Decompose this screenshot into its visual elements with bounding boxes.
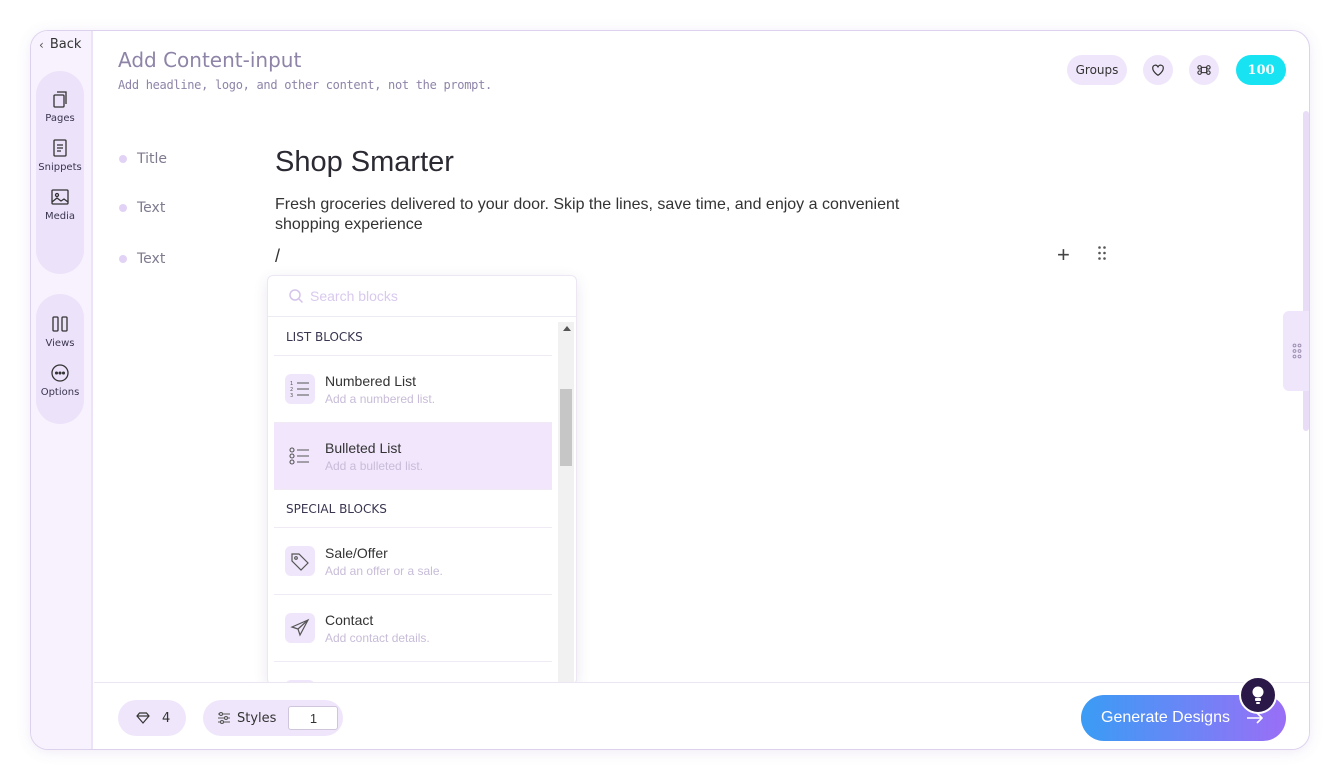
back-label: Back <box>49 37 82 52</box>
scroll-up-arrow-icon[interactable] <box>563 326 571 331</box>
page-title: Add Content-input <box>118 48 302 72</box>
block-item-name: Contact <box>325 611 374 628</box>
app-window: ‹ Back Pages Snippets Media Views Option… <box>30 30 1310 750</box>
row-label-text: Text <box>119 251 165 267</box>
styles-label: Styles <box>237 710 277 726</box>
search-blocks-input[interactable] <box>310 288 530 304</box>
block-item-name: Bulleted List <box>325 439 402 456</box>
section-header-special-blocks: SPECIAL BLOCKS <box>274 490 552 528</box>
block-item-name: Numbered List <box>325 372 417 389</box>
block-icon-wrap: 1 2 3 <box>285 374 315 404</box>
styles-control: Styles <box>203 700 343 736</box>
styles-count-input[interactable] <box>288 706 339 730</box>
content-heading[interactable]: Shop Smarter <box>275 146 454 179</box>
drag-handle[interactable] <box>1097 245 1107 265</box>
row-label-text: Title <box>137 151 168 167</box>
block-icon-wrap <box>285 546 315 576</box>
block-item-name: Sale/Offer <box>325 544 388 561</box>
content-slash-input[interactable]: / <box>275 246 280 267</box>
nav-group-secondary: Views Options <box>36 294 84 424</box>
tag-icon <box>291 553 309 571</box>
heart-icon <box>1152 64 1164 76</box>
diamond-icon <box>136 712 150 724</box>
views-icon <box>52 316 68 332</box>
footer-bar: 4 Styles Generate Designs <box>94 682 1309 749</box>
row-label-text: Text <box>137 251 166 267</box>
groups-button[interactable]: Groups <box>1067 55 1127 85</box>
block-item-sale-offer[interactable]: Sale/Offer Add an offer or a sale. <box>274 528 552 595</box>
block-item-desc: Add a bulleted list. <box>325 458 424 473</box>
drag-icon <box>1098 246 1106 260</box>
media-icon <box>51 189 69 205</box>
sidebar-item-media[interactable]: Media <box>45 187 75 222</box>
sidebar-item-pages[interactable]: Pages <box>45 89 75 124</box>
search-icon <box>289 289 304 304</box>
sidebar-item-options[interactable]: Options <box>40 363 80 398</box>
block-item-numbered-list[interactable]: 1 2 3 Numbered List Add a numbered list. <box>274 356 552 423</box>
diamond-count: 4 <box>162 710 171 726</box>
back-button[interactable]: ‹ Back <box>39 37 81 52</box>
row-label-title: Title <box>119 151 167 167</box>
sidebar-item-label: Pages <box>45 113 75 124</box>
panel-handle[interactable] <box>1283 311 1309 391</box>
svg-text:3: 3 <box>290 393 293 399</box>
sidebar-item-views[interactable]: Views <box>45 314 75 349</box>
nav-group-primary: Pages Snippets Media <box>36 71 84 274</box>
send-icon <box>290 618 310 637</box>
block-item-desc: Add an offer or a sale. <box>325 563 443 578</box>
plus-icon: + <box>1057 242 1070 267</box>
dropdown-scrollbar-track[interactable] <box>558 322 574 684</box>
block-picker-dropdown: LIST BLOCKS 1 2 3 Numbered List Add a nu… <box>267 275 577 685</box>
add-block-button[interactable]: + <box>1057 242 1070 268</box>
snippets-icon <box>53 139 67 157</box>
bulb-icon <box>1252 686 1264 704</box>
row-label-text: Text <box>137 200 166 216</box>
sidebar-item-label: Options <box>40 387 80 398</box>
row-dot <box>119 155 127 163</box>
favorite-button[interactable] <box>1143 55 1173 85</box>
row-dot <box>119 204 127 212</box>
sidebar-item-label: Snippets <box>38 162 82 173</box>
assistant-button[interactable] <box>1239 676 1277 714</box>
content-paragraph[interactable]: Fresh groceries delivered to your door. … <box>275 195 925 235</box>
diamond-counter-button[interactable]: 4 <box>118 700 186 736</box>
credits-badge[interactable]: 100 <box>1236 55 1286 85</box>
sidebar-item-snippets[interactable]: Snippets <box>38 138 82 173</box>
block-item-desc: Add contact details. <box>325 630 430 645</box>
block-search <box>268 276 576 317</box>
dropdown-scrollbar-thumb[interactable] <box>560 389 572 466</box>
command-button[interactable] <box>1189 55 1219 85</box>
block-list: LIST BLOCKS 1 2 3 Numbered List Add a nu… <box>274 318 552 684</box>
row-dot <box>119 255 127 263</box>
bulleted-list-icon <box>289 447 309 465</box>
sidebar-item-label: Media <box>44 211 76 222</box>
row-label-text: Text <box>119 200 165 216</box>
block-icon-wrap <box>285 613 315 643</box>
numbered-list-icon: 1 2 3 <box>290 381 309 399</box>
sliders-icon <box>218 711 230 725</box>
sidebar-item-label: Views <box>45 338 75 349</box>
pages-icon <box>53 91 67 108</box>
grip-icon <box>1292 343 1302 359</box>
sidebar: ‹ Back Pages Snippets Media Views Option… <box>31 31 93 749</box>
page-subtitle: Add headline, logo, and other content, n… <box>118 78 492 92</box>
block-item-bulleted-list[interactable]: Bulleted List Add a bulleted list. <box>274 423 552 490</box>
block-icon-wrap <box>285 441 315 471</box>
command-icon <box>1197 65 1211 75</box>
section-header-list-blocks: LIST BLOCKS <box>274 318 552 356</box>
block-item-contact[interactable]: Contact Add contact details. <box>274 595 552 662</box>
chevron-left-icon: ‹ <box>39 37 44 52</box>
generate-label: Generate Designs <box>1101 709 1230 726</box>
options-icon <box>51 364 69 382</box>
block-item-desc: Add a numbered list. <box>325 391 436 406</box>
